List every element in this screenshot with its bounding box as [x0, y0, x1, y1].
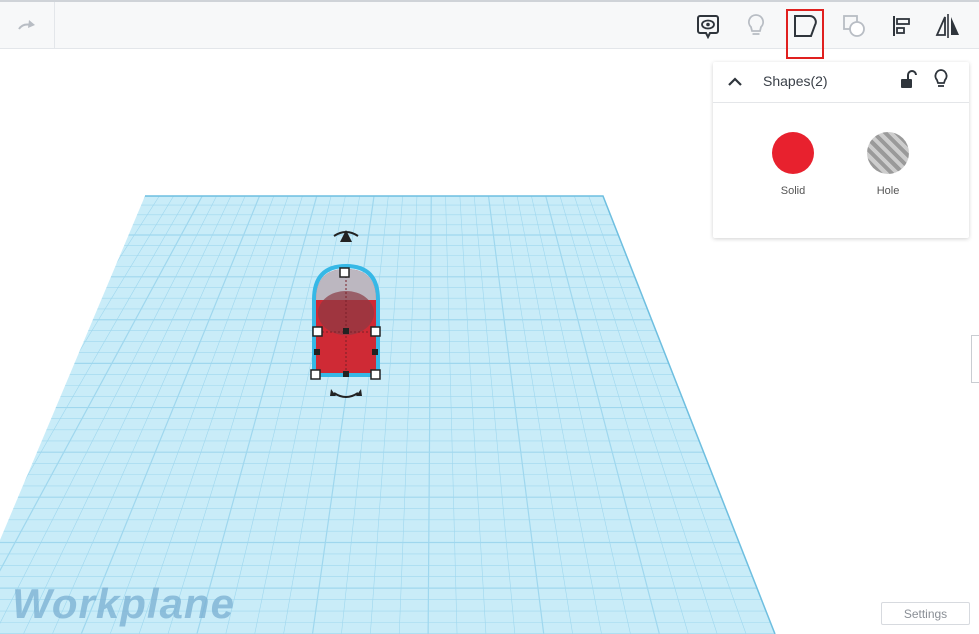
notes-button[interactable]: [690, 8, 726, 44]
ungroup-icon: [843, 15, 865, 37]
settings-button[interactable]: Settings: [881, 602, 970, 625]
group-button-highlight: [786, 9, 824, 59]
inspector-header: Shapes(2): [713, 62, 969, 103]
align-button[interactable]: [884, 8, 920, 44]
workplane-label: Workplane: [12, 580, 235, 627]
shape-inspector-panel: Shapes(2) Solid Hole: [713, 62, 969, 238]
lightbulb-icon[interactable]: [932, 68, 950, 90]
unlock-icon[interactable]: [899, 70, 917, 90]
side-panel-tab[interactable]: [971, 335, 979, 383]
lightbulb-icon: [748, 14, 764, 35]
solid-swatch[interactable]: [772, 132, 814, 174]
workplane-grid: [0, 196, 775, 634]
mirror-button[interactable]: [930, 8, 966, 44]
mirror-icon: [935, 14, 959, 38]
redo-button[interactable]: [0, 2, 55, 49]
solid-label: Solid: [780, 185, 806, 197]
lightbulb-button[interactable]: [738, 8, 774, 44]
eye-comment-icon: [697, 15, 719, 39]
top-toolbar: [0, 0, 979, 49]
selected-object[interactable]: [312, 263, 380, 377]
ungroup-button[interactable]: [836, 8, 872, 44]
chevron-up-icon[interactable]: [725, 72, 745, 92]
inspector-title: Shapes(2): [763, 73, 828, 89]
redo-arrow-icon: [18, 19, 35, 30]
hole-swatch[interactable]: [867, 132, 909, 174]
hole-label: Hole: [876, 185, 900, 197]
align-icon: [893, 16, 910, 36]
